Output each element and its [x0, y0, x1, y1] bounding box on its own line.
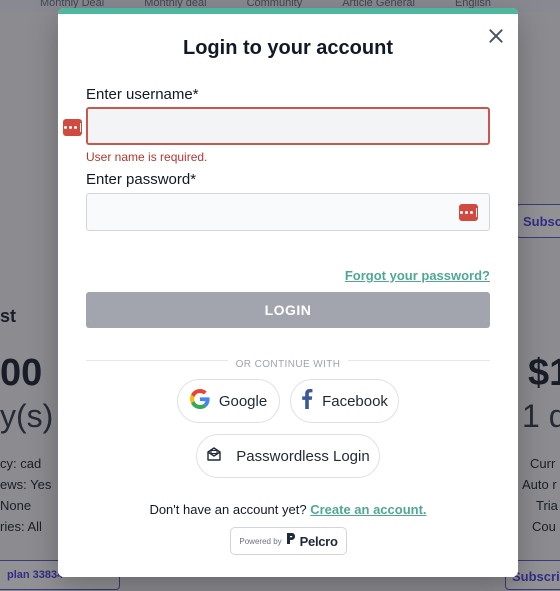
forgot-password-link[interactable]: Forgot your password? [345, 268, 490, 283]
passwordless-button-label: Passwordless Login [236, 447, 370, 465]
username-input[interactable] [86, 107, 490, 145]
login-modal: Login to your account Enter username* Us… [58, 8, 518, 577]
password-input[interactable] [86, 193, 490, 231]
login-button[interactable]: LOGIN [86, 292, 490, 328]
username-error: User name is required. [86, 150, 208, 164]
facebook-icon [301, 389, 313, 413]
modal-accent-bar [58, 8, 518, 14]
password-manager-icon[interactable] [459, 204, 478, 221]
facebook-login-button[interactable]: Facebook [290, 379, 399, 423]
powered-by-label: Powered by [239, 536, 282, 546]
passwordless-login-button[interactable]: Passwordless Login [196, 434, 380, 478]
google-icon [189, 389, 210, 413]
powered-by-badge[interactable]: Powered by Pelcro [230, 527, 347, 555]
password-manager-icon[interactable] [63, 119, 82, 136]
username-label: Enter username* [86, 86, 199, 103]
divider-label: OR CONTINUE WITH [227, 359, 349, 370]
pelcro-logo-icon [286, 532, 296, 550]
signup-row: Don't have an account yet? Create an acc… [58, 502, 518, 517]
envelope-icon [206, 446, 222, 466]
google-login-button[interactable]: Google [177, 379, 280, 423]
password-label: Enter password* [86, 171, 197, 188]
facebook-button-label: Facebook [322, 392, 388, 410]
google-button-label: Google [218, 392, 268, 410]
pelcro-brand: Pelcro [299, 533, 338, 549]
create-account-link[interactable]: Create an account. [310, 502, 426, 517]
modal-title: Login to your account [183, 37, 393, 59]
signup-prompt: Don't have an account yet? [149, 502, 307, 517]
